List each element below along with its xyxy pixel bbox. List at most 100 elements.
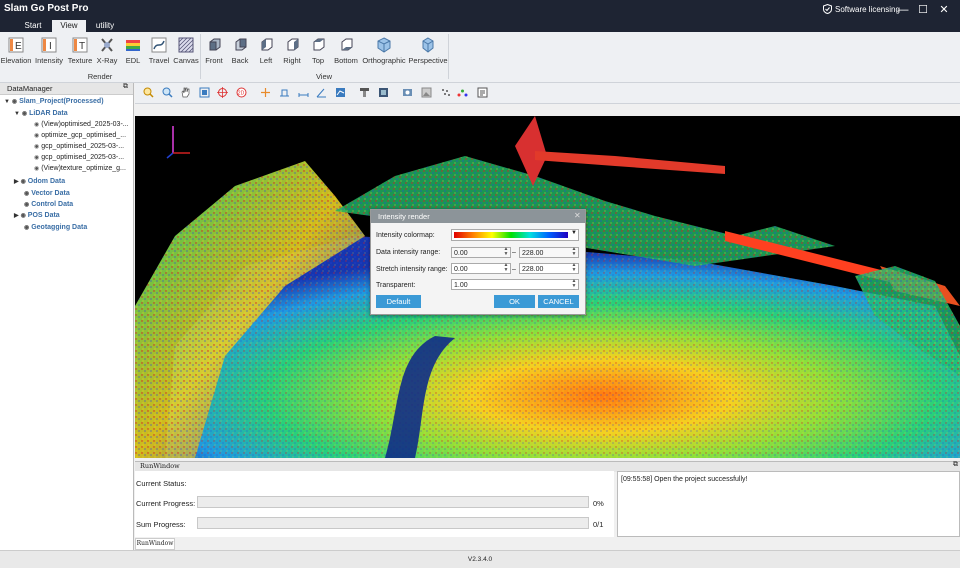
default-button[interactable]: Default: [376, 295, 421, 308]
tree-file-item[interactable]: ◉ optimize_gcp_optimised_...: [34, 132, 126, 139]
point-density-icon[interactable]: [440, 87, 451, 98]
right-view-button[interactable]: Right: [281, 34, 303, 70]
left-view-button[interactable]: Left: [255, 34, 277, 70]
expand-arrow-icon[interactable]: ▼: [14, 111, 20, 117]
data-min-spinner[interactable]: ▲ ▼: [503, 247, 509, 258]
tree-pos-data[interactable]: ▶ ◉ POS Data: [14, 212, 60, 219]
screenshot-icon[interactable]: [402, 87, 413, 98]
tree-geotagging-data[interactable]: ◉ Geotagging Data: [24, 224, 87, 231]
close-icon[interactable]: ✕: [935, 2, 953, 18]
measure-area-icon[interactable]: [335, 87, 346, 98]
canvas-button[interactable]: Canvas: [173, 34, 199, 70]
eye-icon[interactable]: ◉: [24, 225, 29, 231]
data-manager-header: DataManager ⧉: [0, 83, 133, 95]
zoom-in-icon[interactable]: [143, 87, 154, 98]
top-view-button[interactable]: Top: [307, 34, 329, 70]
target-icon[interactable]: [217, 87, 228, 98]
eye-icon[interactable]: ◉: [34, 166, 39, 172]
float-panel-icon[interactable]: ⧉: [953, 461, 958, 469]
eye-icon[interactable]: ◉: [34, 155, 39, 161]
elevation-button[interactable]: E Elevation: [0, 34, 32, 70]
clip-tool-icon[interactable]: [359, 87, 370, 98]
maximize-icon[interactable]: ☐: [914, 2, 932, 18]
eye-icon[interactable]: ◉: [21, 179, 26, 185]
status-bar: V2.3.4.0: [0, 550, 960, 568]
texture-icon: T: [72, 37, 88, 53]
measure-angle-icon[interactable]: [316, 87, 327, 98]
tree-control-data[interactable]: ◉ Control Data: [24, 201, 73, 208]
eye-icon[interactable]: ◉: [21, 213, 26, 219]
filter-icon[interactable]: [378, 87, 389, 98]
pan-hand-icon[interactable]: [180, 87, 191, 98]
software-licensing-button[interactable]: Software licensing: [823, 4, 900, 14]
intensity-button[interactable]: I Intensity: [33, 34, 65, 70]
orthographic-button[interactable]: Orthographic: [362, 34, 406, 70]
fit-view-icon[interactable]: [199, 87, 210, 98]
back-view-button[interactable]: Back: [229, 34, 251, 70]
tree-lidar-data[interactable]: ▼ ◉ LiDAR Data: [14, 110, 68, 117]
ok-button[interactable]: OK: [494, 295, 535, 308]
perspective-icon: [422, 37, 434, 53]
data-max-spinner[interactable]: ▲ ▼: [571, 247, 577, 258]
transparent-field[interactable]: 1.00: [451, 279, 579, 290]
eye-icon[interactable]: ◉: [22, 111, 27, 117]
data-range-label: Data intensity range:: [376, 249, 441, 256]
xray-icon: [101, 38, 113, 52]
perspective-button[interactable]: Perspective: [408, 34, 448, 70]
tree-odom-data[interactable]: ▶ ◉ Odom Data: [14, 178, 65, 185]
data-max-field[interactable]: 228.00: [519, 247, 579, 258]
collapse-arrow-icon[interactable]: ▶: [14, 179, 19, 185]
tree-file-item[interactable]: ◉ gcp_optimised_2025-03-...: [34, 143, 124, 150]
colormap-select[interactable]: ▼: [451, 229, 579, 241]
expand-arrow-icon[interactable]: ▼: [4, 99, 10, 105]
edl-button[interactable]: EDL: [121, 34, 145, 70]
stretch-min-field[interactable]: 0.00: [451, 263, 511, 274]
xray-button[interactable]: X-Ray: [95, 34, 119, 70]
tab-start[interactable]: Start: [18, 20, 48, 32]
bottom-view-button[interactable]: Bottom: [333, 34, 359, 70]
eye-icon[interactable]: ◉: [24, 191, 29, 197]
view-2d-icon[interactable]: 2D: [236, 87, 247, 98]
tree-file-item[interactable]: ◉ gcp_optimised_2025-03-...: [34, 154, 124, 161]
stretch-max-field[interactable]: 228.00: [519, 263, 579, 274]
stretch-max-spinner[interactable]: ▲ ▼: [571, 263, 577, 274]
data-min-field[interactable]: 0.00: [451, 247, 511, 258]
eye-icon[interactable]: ◉: [24, 202, 29, 208]
texture-button[interactable]: T Texture: [65, 34, 95, 70]
travel-button[interactable]: Travel: [147, 34, 171, 70]
view-group-label: View: [315, 72, 333, 81]
point-pick-icon[interactable]: [260, 87, 271, 98]
intensity-label: Intensity: [35, 56, 63, 65]
run-window-tab[interactable]: RunWindow: [135, 538, 175, 550]
front-view-button[interactable]: Front: [203, 34, 225, 70]
tree-vector-data[interactable]: ◉ Vector Data: [24, 190, 70, 197]
transparent-spinner[interactable]: ▲ ▼: [571, 279, 577, 290]
log-panel[interactable]: [09:55:58] Open the project successfully…: [617, 471, 960, 537]
measure-height-icon[interactable]: [279, 87, 290, 98]
float-panel-icon[interactable]: ⧉: [123, 83, 128, 91]
stretch-min-spinner[interactable]: ▲ ▼: [503, 263, 509, 274]
cancel-button[interactable]: CANCEL: [538, 295, 579, 308]
eye-icon[interactable]: ◉: [12, 99, 17, 105]
tree-project[interactable]: ▼ ◉ Slam_Project(Processed): [4, 98, 104, 105]
eye-icon[interactable]: ◉: [34, 133, 39, 139]
minimize-icon[interactable]: —: [894, 2, 912, 18]
export-image-icon[interactable]: [421, 87, 432, 98]
tree-file-item[interactable]: ◉ (View)texture_optimize_g...: [34, 165, 126, 172]
tab-view[interactable]: View: [52, 20, 86, 32]
classify-points-icon[interactable]: [457, 87, 468, 98]
canvas-icon: [178, 37, 194, 53]
properties-icon[interactable]: [477, 87, 488, 98]
dialog-close-icon[interactable]: ✕: [574, 211, 581, 220]
tree-file-item[interactable]: ◉ (View)optimised_2025-03-...: [34, 121, 129, 128]
top-view-label: Top: [311, 56, 325, 65]
zoom-out-icon[interactable]: [162, 87, 173, 98]
colormap-label: Intensity colormap:: [376, 232, 435, 239]
eye-icon[interactable]: ◉: [34, 144, 39, 150]
eye-icon[interactable]: ◉: [34, 122, 39, 128]
tab-utility[interactable]: utility: [90, 20, 120, 32]
elevation-icon: E: [8, 37, 24, 53]
data-manager-title: DataManager: [7, 84, 53, 93]
collapse-arrow-icon[interactable]: ▶: [14, 213, 19, 219]
measure-distance-icon[interactable]: [298, 87, 309, 98]
